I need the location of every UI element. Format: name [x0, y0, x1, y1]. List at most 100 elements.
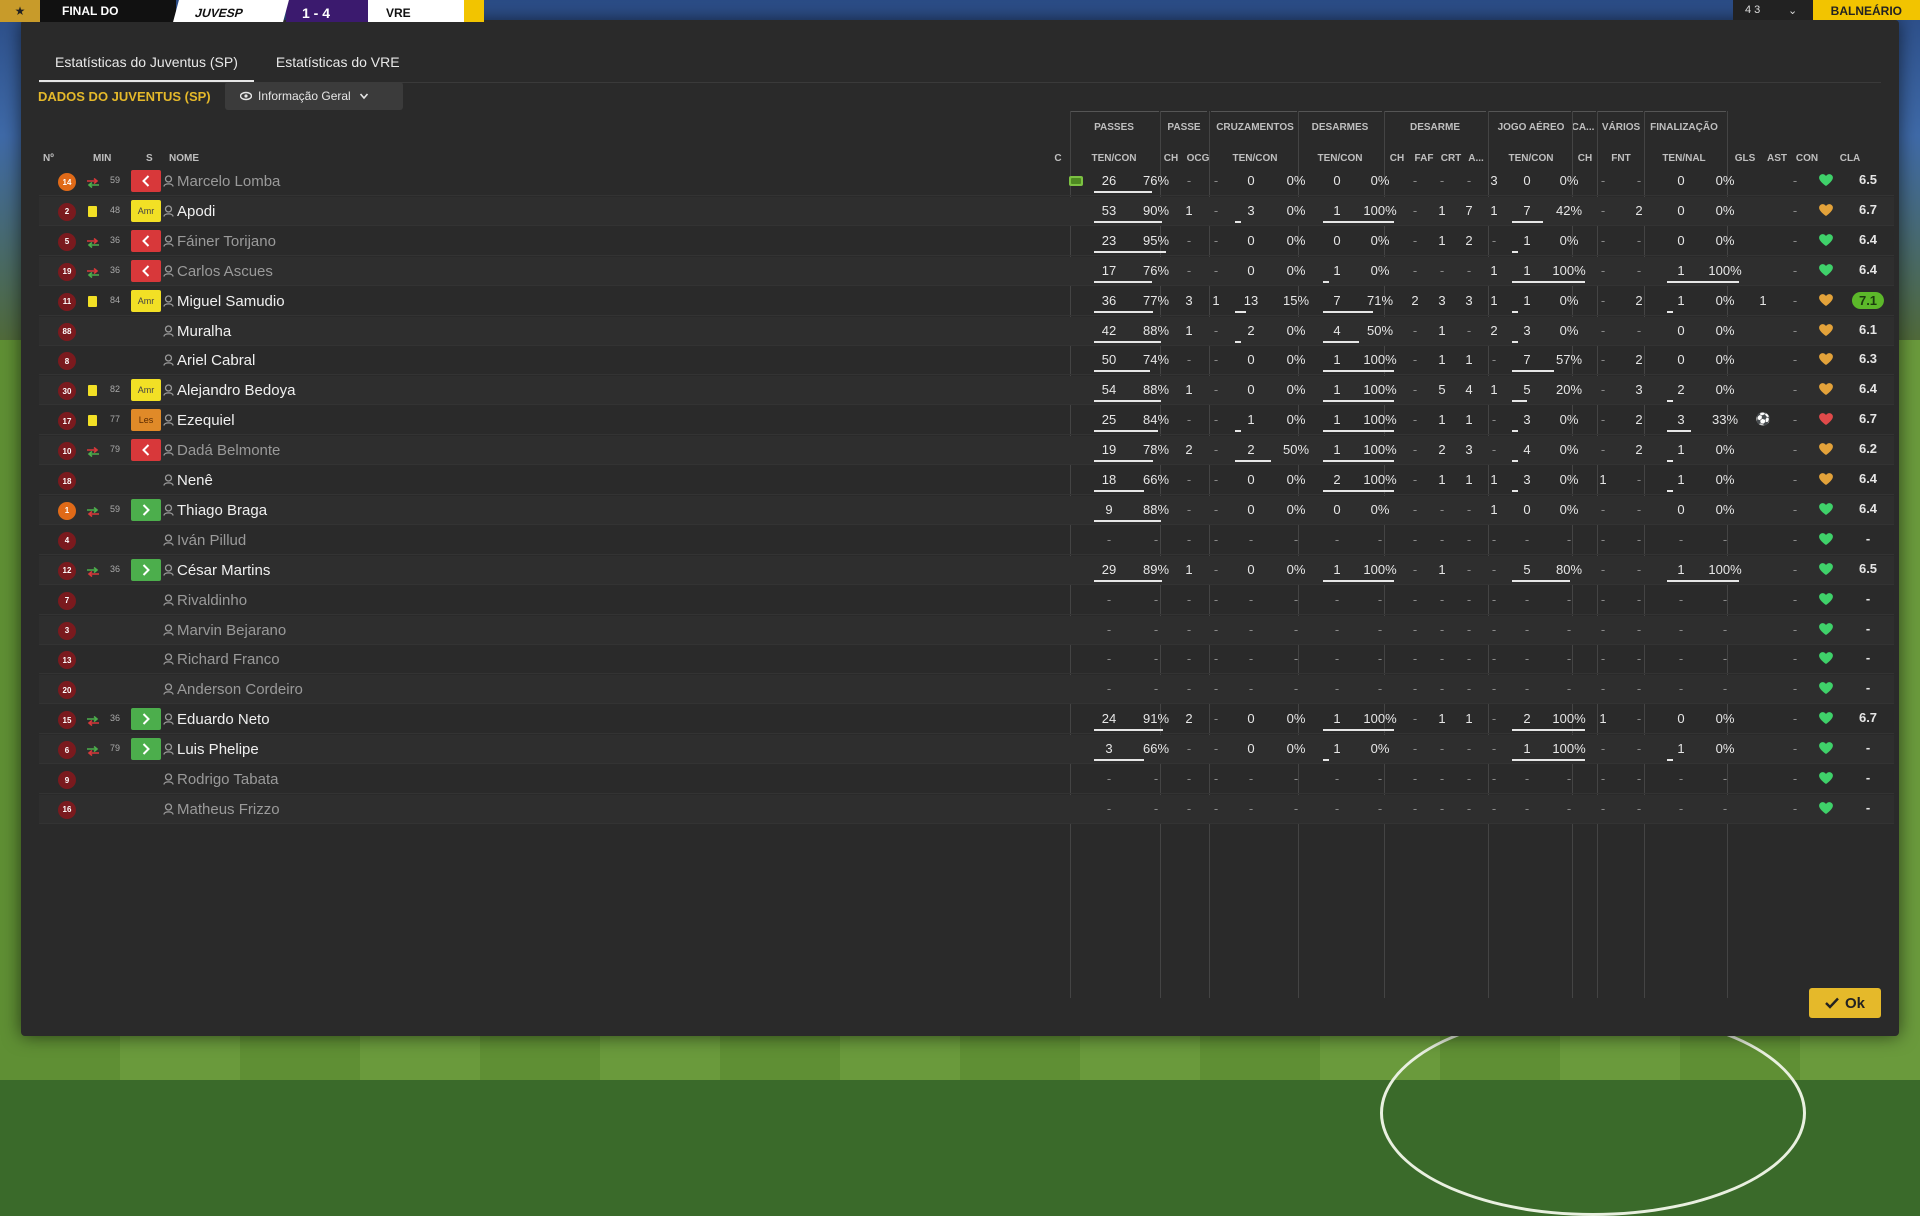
stat-value: -	[1466, 621, 1472, 637]
player-name[interactable]: Alejandro Bedoya	[177, 382, 295, 399]
morale-heart-icon	[1818, 412, 1834, 426]
player-name[interactable]: Nenê	[177, 472, 213, 489]
player-rating: 6.4	[1858, 231, 1878, 247]
balneario-button[interactable]: BALNEÁRIO	[1812, 0, 1920, 20]
pitch-center-circle	[1380, 1010, 1806, 1216]
stat-value: -	[1213, 741, 1219, 757]
table-row[interactable]: 2 48 Amr Apodi 53 90% 1-3 0% 1 100% -1 7 1 7 42% -2 0 0% -…	[39, 196, 1894, 226]
table-row[interactable]: 12 36 César Martins 29 89% 1-0 0% 1 100% -1- -5 80%…	[39, 555, 1894, 585]
stat-value: 0%	[1559, 472, 1579, 487]
success-rate-bar	[1094, 340, 1161, 343]
player-icon	[163, 473, 174, 486]
stat-value: 0%	[1286, 412, 1306, 428]
player-name[interactable]: Luis Phelipe	[177, 741, 259, 758]
player-name[interactable]: Anderson Cordeiro	[177, 681, 303, 698]
stat-value: -	[1377, 591, 1383, 607]
stat-value: 0%	[1286, 322, 1306, 338]
player-name[interactable]: Marvin Bejarano	[177, 622, 286, 639]
table-row[interactable]: 5 36 Fáiner Torijano 23 95% - -0 0% 0 0% -1 2-1 0% - -…	[39, 227, 1894, 256]
mini-score[interactable]: 4 3	[1732, 0, 1773, 20]
player-name[interactable]: Rivaldinho	[177, 592, 247, 609]
player-name[interactable]: Iván Pillud	[177, 532, 246, 549]
table-row[interactable]: 15 36 Eduardo Neto 24 91% 2-0 0% 1 100% -1 1-2 100%…	[39, 705, 1894, 735]
player-name[interactable]: Thiago Braga	[177, 502, 267, 519]
player-name[interactable]: Rodrigo Tabata	[177, 771, 278, 788]
stat-value: 0	[1247, 232, 1255, 248]
stat-value: 3	[1523, 412, 1531, 428]
stat-value: 3	[1465, 442, 1473, 458]
player-name[interactable]: Muralha	[177, 323, 231, 340]
player-name[interactable]: Dadá Belmonte	[177, 442, 280, 459]
table-row[interactable]: 3 Marvin Bejarano - - - - - - - - - - - - - - - - - - - -	[39, 615, 1894, 645]
stat-value: 1	[1490, 382, 1498, 398]
table-row[interactable]: 17 77 Les Ezequiel 25 84% - -1 0% 1 100% -1 1-3 0% -2 3…	[39, 406, 1894, 436]
stat-value: 0	[1677, 352, 1685, 368]
column-header: NOME	[169, 153, 199, 164]
stat-value: -	[1186, 232, 1192, 248]
stat-value: -	[1213, 681, 1219, 697]
success-rate-bar	[1667, 310, 1673, 313]
table-row[interactable]: 1 59 Thiago Braga 9 88% - -0 0% 0 0% - - -1 0 0% - -0 0% -…	[39, 495, 1894, 525]
stat-value: -	[1412, 262, 1418, 278]
table-row[interactable]: 9 Rodrigo Tabata - - - - - - - - - - - - - - - - - - - -	[39, 765, 1894, 794]
stat-value: 1	[1677, 741, 1685, 757]
player-name[interactable]: César Martins	[177, 562, 270, 579]
table-row[interactable]: 6 79 Luis Phelipe 3 66% - -0 0% 1 0% - - - -1 100% - -1 0…	[39, 735, 1894, 765]
table-row[interactable]: 7 Rivaldinho - - - - - - - - - - - - - - - - - - - -	[39, 586, 1894, 615]
stat-value: 0%	[1286, 711, 1306, 727]
player-name[interactable]: Carlos Ascues	[177, 263, 273, 280]
table-row[interactable]: 16 Matheus Frizzo - - - - - - - - - - - - - - - - - - - -	[39, 794, 1894, 824]
table-row[interactable]: 4 Iván Pillud - - - - - - - - - - - - - - - - - - - -	[39, 526, 1894, 555]
subbed-off-icon	[131, 259, 161, 282]
player-name[interactable]: Marcelo Lomba	[177, 173, 280, 190]
table-row[interactable]: 14 59 Marcelo Lomba 26 76% - - 0 0% 0 0% - - - 3 0 0% - - 0…	[39, 167, 1894, 196]
table-row[interactable]: 19 36 Carlos Ascues 17 76% - -0 0% 1 0% - - -1 1 100% -…	[39, 256, 1894, 286]
group-header-line	[1161, 111, 1207, 112]
player-name[interactable]: Eduardo Neto	[177, 711, 270, 728]
stat-value: 1	[1465, 352, 1473, 368]
stat-value: -	[1153, 651, 1159, 667]
stat-value: -	[1491, 591, 1497, 607]
table-row[interactable]: 11 84 Amr Miguel Samudio 36 77% 3 1 13 15% 7 71% 2 3 3…	[39, 287, 1894, 316]
table-row[interactable]: 30 82 Amr Alejandro Bedoya 54 88% 1-0 0% 1 100% -5…	[39, 376, 1894, 406]
table-row[interactable]: 18 Nenê 18 66% - -0 0% 2 100% -1 1 1 3 0% 1-1 0% -6.4	[39, 466, 1894, 495]
stat-value: 1	[1333, 442, 1341, 458]
group-header: FINALIZAÇÃO	[1650, 122, 1718, 133]
stat-value: -	[1600, 800, 1606, 816]
player-name[interactable]: Ezequiel	[177, 412, 235, 429]
stat-value: -	[1293, 591, 1299, 607]
stat-value: -	[1248, 531, 1254, 547]
player-rating: 6.5	[1858, 172, 1878, 187]
stat-value: -	[1722, 621, 1728, 637]
table-row[interactable]: 13 Richard Franco - - - - - - - - - - - - - - - - - - - -	[39, 645, 1894, 675]
stat-value: -	[1678, 651, 1684, 667]
player-name[interactable]: Matheus Frizzo	[177, 801, 280, 818]
stat-value: 4	[1333, 322, 1341, 338]
stat-value: 1	[1490, 472, 1498, 487]
player-name[interactable]: Ariel Cabral	[177, 352, 255, 369]
stat-value: 1	[1438, 711, 1446, 727]
table-row[interactable]: 88 Muralha 42 88% 1 - 2 0% 4 50% - 1 - 2 3 0% - - 0 0% - 6.1	[39, 316, 1894, 346]
success-rate-bar	[1094, 519, 1161, 522]
player-name[interactable]: Apodi	[177, 203, 215, 220]
stat-value: -	[1412, 202, 1418, 218]
player-name[interactable]: Fáiner Torijano	[177, 233, 276, 250]
stat-value: -	[1636, 800, 1642, 816]
stat-value: -	[1792, 292, 1798, 308]
stat-value: -	[1600, 202, 1606, 218]
success-rate-bar	[1094, 191, 1152, 193]
stat-value: 0	[1333, 173, 1341, 188]
player-name[interactable]: Richard Franco	[177, 651, 280, 668]
ok-button[interactable]: Ok	[1809, 988, 1881, 1018]
stat-value: 0%	[1559, 232, 1579, 248]
player-name[interactable]: Miguel Samudio	[177, 293, 285, 310]
stat-value: 3	[1438, 292, 1446, 308]
table-row[interactable]: 20 Anderson Cordeiro - - - - - - - - - - - - - - - - - - - -	[39, 675, 1894, 705]
chevron-down-icon[interactable]: ⌄	[1772, 0, 1813, 20]
stat-value: 1	[1247, 412, 1255, 428]
table-row[interactable]: 10 79 Dadá Belmonte 19 78% 2-2 50% 1 100% -2 3-4 0%…	[39, 436, 1894, 466]
table-row[interactable]: 8 Ariel Cabral 50 74% - -0 0% 1 100% -1 1-7 57% -2 0 0…	[39, 346, 1894, 376]
stat-value: 3	[1677, 412, 1685, 428]
stat-value: 1	[1759, 292, 1767, 308]
morale-heart-icon	[1818, 382, 1834, 396]
